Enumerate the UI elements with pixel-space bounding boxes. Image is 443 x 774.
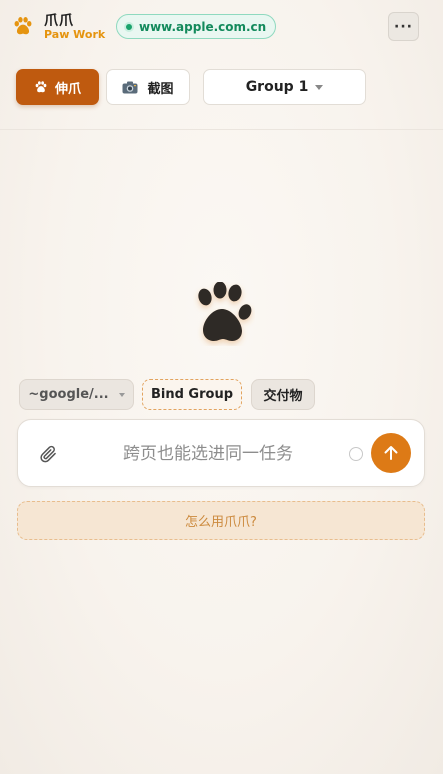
paw-icon xyxy=(35,81,47,93)
workspace-path-value: ~google/... xyxy=(28,387,109,402)
toolbar-divider xyxy=(0,129,443,130)
group-select[interactable]: Group 1 xyxy=(203,69,366,105)
bind-group-button[interactable]: Bind Group xyxy=(142,379,242,410)
how-to-use-button[interactable]: 怎么用爪爪? xyxy=(17,501,425,540)
extend-claw-button[interactable]: 伸爪 xyxy=(16,69,99,105)
current-url: www.apple.com.cn xyxy=(139,19,267,34)
paw-icon xyxy=(14,17,32,35)
screenshot-button[interactable]: 截图 xyxy=(106,69,190,105)
screenshot-label: 截图 xyxy=(147,81,174,97)
arrow-up-icon xyxy=(384,446,398,460)
select-mode-toggle[interactable] xyxy=(349,447,363,461)
more-menu-button[interactable]: ··· xyxy=(388,12,419,41)
camera-icon xyxy=(122,81,138,93)
header: 爪爪 Paw Work www.apple.com.cn ··· xyxy=(0,0,443,52)
brand-title: 爪爪 xyxy=(44,13,74,29)
current-url-badge[interactable]: www.apple.com.cn xyxy=(116,14,277,39)
brand-subtitle: Paw Work xyxy=(44,28,106,41)
toolbar: 伸爪 截图 Group 1 xyxy=(0,68,443,108)
workspace-path-select[interactable]: ~google/... xyxy=(19,379,134,410)
connection-status-icon xyxy=(124,21,134,32)
send-button[interactable] xyxy=(371,433,411,473)
extend-claw-label: 伸爪 xyxy=(54,81,81,97)
deliverables-button[interactable]: 交付物 xyxy=(251,379,315,410)
chevron-down-icon xyxy=(118,392,125,397)
paperclip-icon[interactable] xyxy=(38,444,58,464)
task-composer xyxy=(17,419,425,487)
paw-icon xyxy=(198,282,252,341)
chevron-down-icon xyxy=(315,84,324,90)
task-input[interactable] xyxy=(78,438,338,470)
group-select-value: Group 1 xyxy=(245,79,309,95)
